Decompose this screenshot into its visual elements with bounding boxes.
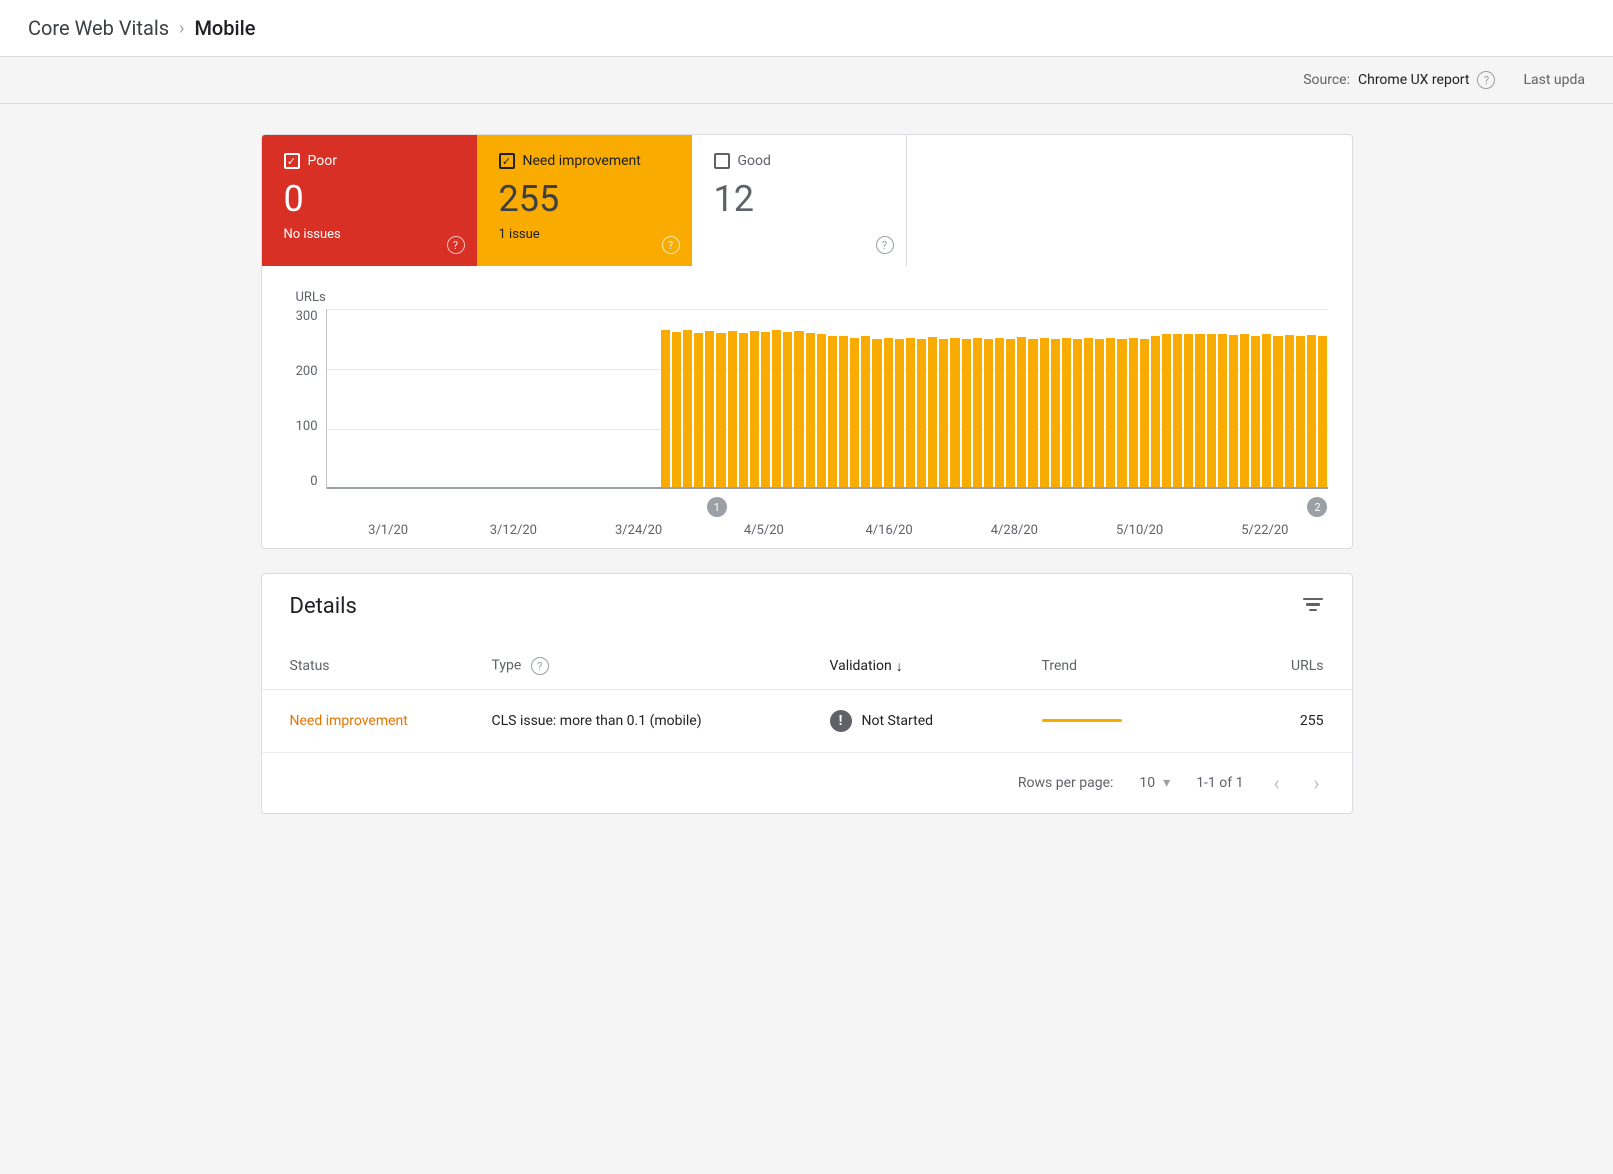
chart: URLs 3002001000 12 3/1/203/12/203/24/204… xyxy=(262,266,1352,548)
col-trend[interactable]: Trend xyxy=(1042,658,1222,674)
pagination: Rows per page: 10 ▾ 1-1 of 1 ‹ › xyxy=(262,753,1352,813)
breadcrumb: Core Web Vitals › Mobile xyxy=(0,0,1613,57)
chart-marker[interactable]: 1 xyxy=(707,497,727,517)
help-icon[interactable]: ? xyxy=(1477,71,1495,89)
summary-label: Need improvement xyxy=(523,153,641,169)
col-status[interactable]: Status xyxy=(290,658,480,674)
checkbox-unchecked-icon xyxy=(714,153,730,169)
table-header: Status Type ? Validation ↓ Trend URLs xyxy=(262,627,1352,690)
source-label: Source: xyxy=(1303,72,1350,88)
summary-label: Poor xyxy=(308,153,337,169)
breadcrumb-leaf: Mobile xyxy=(194,16,255,40)
help-icon[interactable]: ? xyxy=(447,236,465,254)
details-card: Details Status Type ? Validation ↓ Trend… xyxy=(261,573,1353,814)
chart-marker[interactable]: 2 xyxy=(1307,497,1327,517)
table-row[interactable]: Need improvement CLS issue: more than 0.… xyxy=(262,690,1352,753)
row-status: Need improvement xyxy=(290,713,480,729)
arrow-down-icon: ↓ xyxy=(896,658,903,675)
chevron-right-icon: › xyxy=(179,18,184,39)
help-icon[interactable]: ? xyxy=(662,236,680,254)
filter-icon[interactable] xyxy=(1302,598,1324,616)
summary-label: Good xyxy=(738,153,771,169)
summary-card-poor[interactable]: ✓ Poor 0 No issues ? xyxy=(262,135,477,266)
help-icon[interactable]: ? xyxy=(531,657,549,675)
dropdown-icon: ▾ xyxy=(1163,775,1170,791)
chart-plot[interactable]: 12 xyxy=(326,309,1328,489)
summary-row: ✓ Poor 0 No issues ? ✓ Need improvement … xyxy=(262,135,1352,266)
chart-x-axis: 3/1/203/12/203/24/204/5/204/16/204/28/20… xyxy=(326,523,1328,538)
breadcrumb-root[interactable]: Core Web Vitals xyxy=(28,16,169,40)
source-link[interactable]: Chrome UX report xyxy=(1358,72,1469,88)
col-type[interactable]: Type ? xyxy=(492,657,818,675)
rows-per-page-select[interactable]: 10 ▾ xyxy=(1139,775,1170,791)
summary-card-need-improvement[interactable]: ✓ Need improvement 255 1 issue ? xyxy=(477,135,692,266)
prev-page-button[interactable]: ‹ xyxy=(1269,771,1283,795)
summary-subtext: 1 issue xyxy=(499,227,670,242)
row-trend xyxy=(1042,713,1222,729)
col-validation[interactable]: Validation ↓ xyxy=(830,658,1030,675)
last-updated-label: Last upda xyxy=(1523,72,1585,88)
details-title: Details xyxy=(290,594,357,619)
sparkline-icon xyxy=(1042,713,1122,729)
checkbox-checked-icon: ✓ xyxy=(284,153,300,169)
rows-per-page-label: Rows per page: xyxy=(1018,775,1113,791)
summary-count: 0 xyxy=(284,181,455,217)
exclaim-icon: ! xyxy=(830,710,852,732)
help-icon[interactable]: ? xyxy=(876,236,894,254)
summary-count: 255 xyxy=(499,181,670,217)
row-type: CLS issue: more than 0.1 (mobile) xyxy=(492,713,818,729)
summary-count: 12 xyxy=(714,181,884,217)
checkbox-checked-icon: ✓ xyxy=(499,153,515,169)
chart-y-title: URLs xyxy=(296,290,1328,305)
page-range: 1-1 of 1 xyxy=(1196,775,1243,791)
col-urls[interactable]: URLs xyxy=(1234,658,1324,674)
row-validation: ! Not Started xyxy=(830,710,1030,732)
summary-subtext: No issues xyxy=(284,227,455,242)
next-page-button[interactable]: › xyxy=(1309,771,1323,795)
meta-bar: Source: Chrome UX report ? Last upda xyxy=(0,57,1613,104)
row-urls: 255 xyxy=(1234,713,1324,729)
chart-y-axis: 3002001000 xyxy=(286,309,326,489)
summary-card-good[interactable]: Good 12 ? xyxy=(692,135,907,266)
overview-card: ✓ Poor 0 No issues ? ✓ Need improvement … xyxy=(261,134,1353,549)
